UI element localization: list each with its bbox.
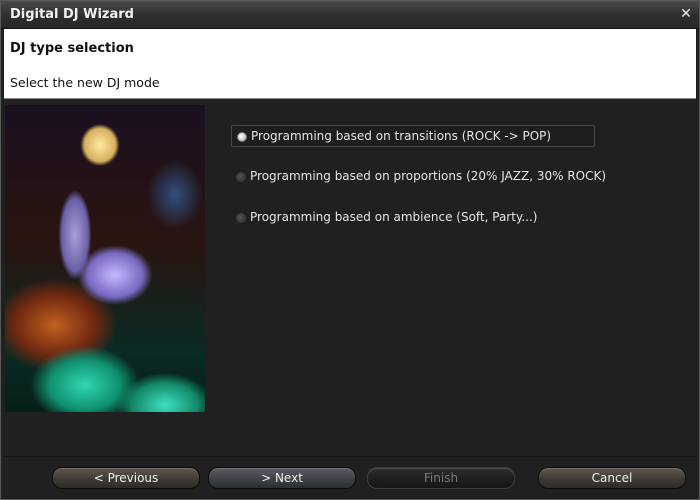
option-label: Programming based on transitions (ROCK -…: [251, 129, 552, 143]
finish-button: Finish: [367, 467, 515, 489]
option-label: Programming based on ambience (Soft, Par…: [250, 210, 538, 224]
window-title: Digital DJ Wizard: [10, 7, 134, 22]
wizard-window: Digital DJ Wizard ✕ DJ type selection Se…: [0, 0, 700, 500]
radio-unselected-icon[interactable]: [236, 172, 246, 182]
title-bar[interactable]: Digital DJ Wizard ✕: [1, 1, 699, 29]
option-ambience[interactable]: Programming based on ambience (Soft, Par…: [231, 207, 593, 227]
footer-divider: [4, 456, 696, 457]
previous-button[interactable]: < Previous: [52, 467, 200, 489]
radio-selected-icon[interactable]: [237, 132, 247, 142]
option-transitions[interactable]: Programming based on transitions (ROCK -…: [231, 125, 595, 147]
wizard-header: DJ type selection Select the new DJ mode: [4, 29, 696, 99]
close-icon[interactable]: ✕: [677, 5, 695, 23]
cancel-button[interactable]: Cancel: [538, 467, 686, 489]
dj-photo: [5, 105, 205, 412]
page-title: DJ type selection: [10, 41, 134, 56]
next-button[interactable]: > Next: [208, 467, 356, 489]
option-proportions[interactable]: Programming based on proportions (20% JA…: [231, 166, 606, 186]
option-label: Programming based on proportions (20% JA…: [250, 169, 607, 183]
radio-unselected-icon[interactable]: [236, 213, 246, 223]
page-subtitle: Select the new DJ mode: [10, 75, 160, 90]
